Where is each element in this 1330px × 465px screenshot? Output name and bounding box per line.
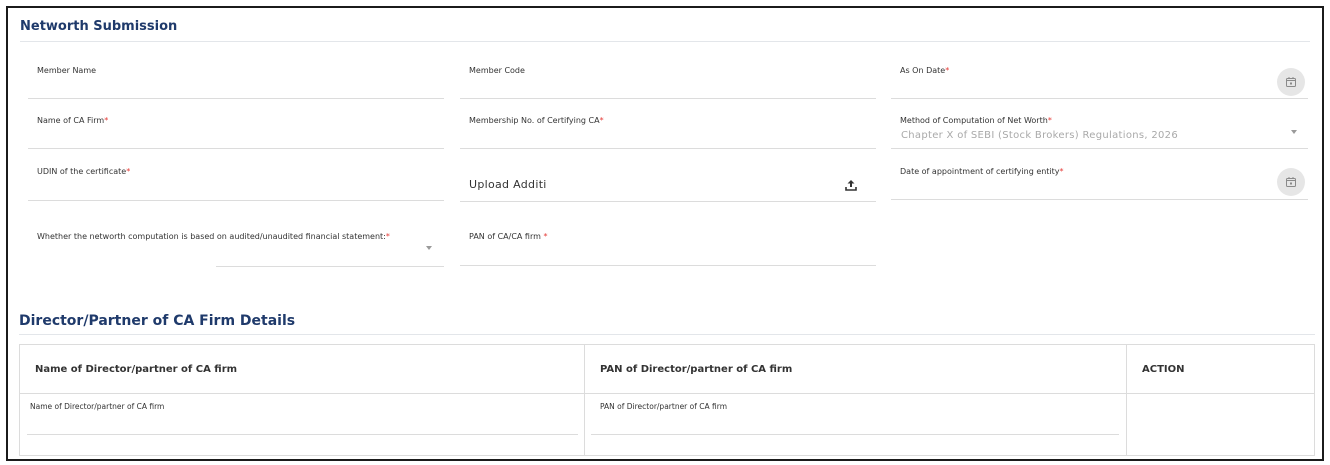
appointment-date-calendar-button[interactable] xyxy=(1277,168,1305,196)
as-on-date-field[interactable] xyxy=(891,98,1308,99)
member-code-field[interactable] xyxy=(460,98,876,99)
appointment-date-field[interactable] xyxy=(891,199,1308,200)
member-code-label: Member Code xyxy=(469,66,525,75)
calendar-icon xyxy=(1286,77,1296,87)
column-divider xyxy=(1126,344,1127,456)
method-select-underline xyxy=(891,148,1308,149)
upload-underline xyxy=(460,201,876,202)
director-name-field[interactable] xyxy=(27,434,578,435)
upload-additional-field[interactable]: Upload Additi xyxy=(469,178,547,191)
audited-label: Whether the networth computation is base… xyxy=(37,232,390,241)
audited-select[interactable] xyxy=(216,266,444,267)
member-name-field[interactable] xyxy=(28,98,444,99)
director-pan-label: PAN of Director/partner of CA firm xyxy=(600,402,727,411)
column-header-action: ACTION xyxy=(1142,364,1185,375)
chevron-down-icon[interactable] xyxy=(1291,130,1297,134)
chevron-down-icon[interactable] xyxy=(426,246,432,250)
ca-firm-name-label: Name of CA Firm* xyxy=(37,116,109,125)
as-on-date-label: As On Date* xyxy=(900,66,950,75)
upload-button[interactable] xyxy=(844,177,858,191)
section-title-director-partner: Director/Partner of CA Firm Details xyxy=(19,313,296,329)
section-title-networth: Networth Submission xyxy=(20,19,178,34)
header-row-divider xyxy=(19,393,1315,394)
member-name-label: Member Name xyxy=(37,66,97,75)
udin-label: UDIN of the certificate* xyxy=(37,167,131,176)
director-name-label: Name of Director/partner of CA firm xyxy=(30,402,165,411)
column-header-pan: PAN of Director/partner of CA firm xyxy=(600,364,793,375)
section-divider xyxy=(20,41,1310,42)
pan-ca-field[interactable] xyxy=(460,265,876,266)
method-label: Method of Computation of Net Worth* xyxy=(900,116,1052,125)
section-divider xyxy=(19,334,1315,335)
column-divider xyxy=(584,344,585,456)
as-on-date-calendar-button[interactable] xyxy=(1277,68,1305,96)
table-border xyxy=(19,344,1315,456)
membership-no-field[interactable] xyxy=(460,148,876,149)
upload-icon xyxy=(845,180,857,191)
appointment-date-label: Date of appointment of certifying entity… xyxy=(900,167,1064,176)
calendar-icon xyxy=(1286,177,1296,187)
ca-firm-name-field[interactable] xyxy=(28,148,444,149)
director-pan-field[interactable] xyxy=(591,434,1119,435)
column-header-name: Name of Director/partner of CA firm xyxy=(35,364,238,375)
director-partner-table: Name of Director/partner of CA firm PAN … xyxy=(19,344,1315,456)
membership-no-label: Membership No. of Certifying CA* xyxy=(469,116,604,125)
pan-ca-label: PAN of CA/CA firm * xyxy=(469,232,548,241)
method-select-value[interactable]: Chapter X of SEBI (Stock Brokers) Regula… xyxy=(901,130,1178,141)
udin-field[interactable] xyxy=(28,200,444,201)
